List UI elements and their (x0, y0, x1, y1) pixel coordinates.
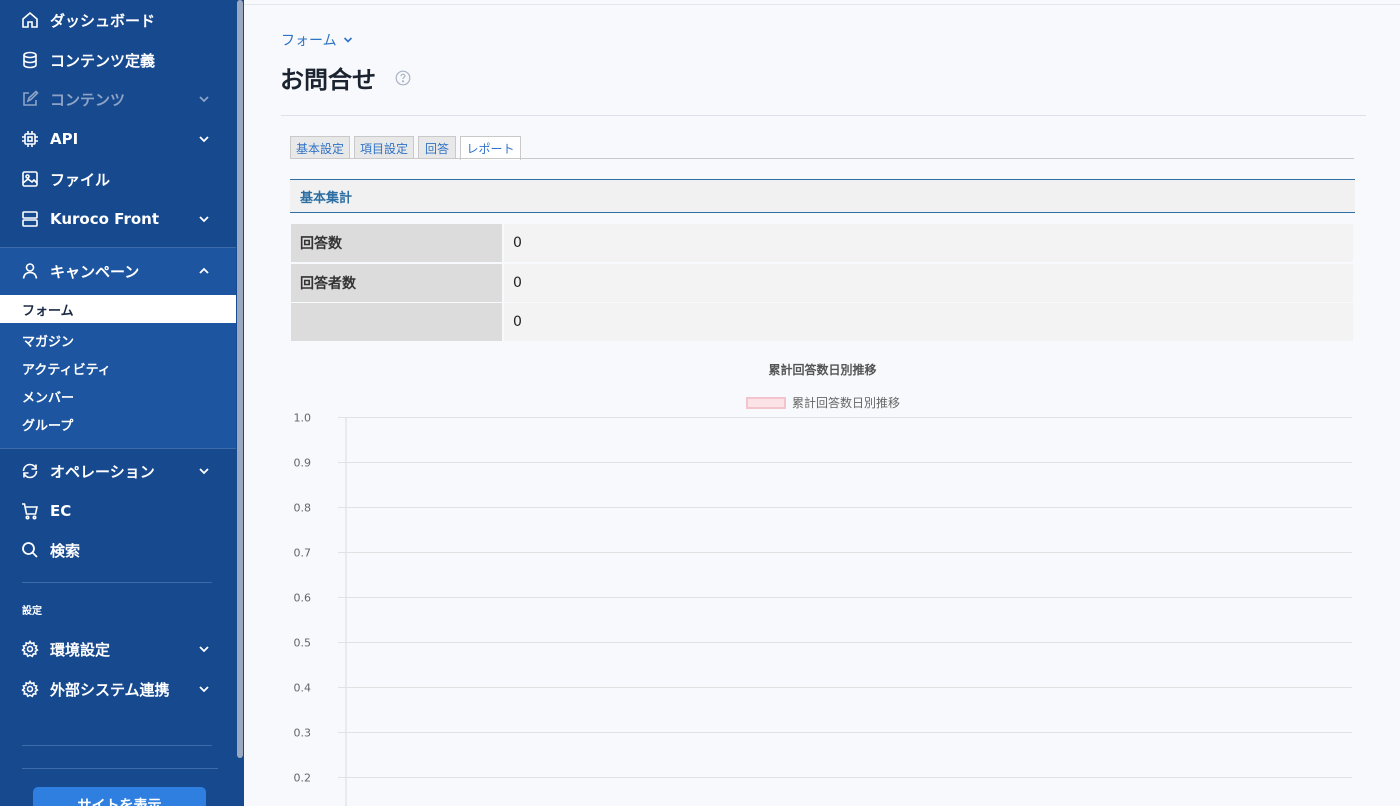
gear-icon (21, 680, 39, 698)
y-tick-label: 0.4 (294, 682, 312, 695)
sidebar-item-label: Kuroco Front (50, 210, 159, 228)
divider (22, 768, 218, 769)
sidebar-item-label: コンテンツ (50, 90, 126, 109)
chevron-down-icon (199, 136, 209, 143)
user-icon (21, 262, 39, 280)
sidebar-item-external-integration[interactable]: 外部システム連携 (0, 669, 236, 709)
sidebar-item-label: 環境設定 (50, 640, 111, 659)
gear-icon (21, 640, 39, 658)
sidebar-item-label: オペレーション (50, 462, 155, 481)
sidebar-sub-member[interactable]: メンバー (0, 382, 236, 410)
settings-heading: 設定 (22, 606, 42, 617)
refresh-icon (21, 462, 39, 480)
database-icon (21, 51, 39, 69)
divider (0, 247, 236, 248)
sidebar-item-label: EC (50, 502, 72, 520)
divider (22, 745, 212, 746)
chart-plot: 1.0 0.9 0.8 0.7 0.6 0.5 0.4 0.3 0.2 (294, 412, 1352, 806)
y-tick-label: 0.5 (294, 637, 312, 650)
main-content: フォーム お問合せ 基本設定 項目設定 回答 レポート 基本集計 回答数 0 回… (244, 0, 1400, 806)
chevron-down-icon (199, 96, 209, 103)
divider (0, 448, 236, 449)
sidebar-item-files[interactable]: ファイル (0, 159, 236, 199)
y-tick-label: 0.3 (294, 727, 312, 740)
sidebar-item-label: API (50, 130, 79, 148)
sidebar-item-label: キャンペーン (50, 262, 140, 281)
sidebar-sub-form[interactable]: フォーム (0, 295, 236, 323)
sidebar-sub-activity[interactable]: アクティビティ (0, 354, 236, 382)
sidebar-sub-magazine[interactable]: マガジン (0, 326, 236, 354)
search-icon (21, 541, 39, 559)
y-tick-label: 0.2 (294, 772, 312, 785)
view-site-button[interactable]: サイトを表示 (33, 787, 206, 806)
sidebar-item-label: ファイル (50, 170, 111, 189)
y-tick-label: 0.7 (294, 547, 312, 560)
chevron-down-icon (199, 468, 209, 475)
scrollbar-thumb[interactable] (237, 0, 243, 758)
sidebar-item-campaign[interactable]: キャンペーン (0, 251, 236, 291)
sidebar: ダッシュボード コンテンツ定義 コンテンツ API ファイル Kuroco Fr… (0, 0, 236, 806)
sidebar-item-label: 検索 (50, 541, 81, 560)
sidebar-item-label: 外部システム連携 (50, 680, 170, 699)
cart-icon (21, 502, 39, 520)
edit-icon (21, 90, 39, 108)
y-tick-label: 1.0 (294, 412, 312, 425)
y-tick-label: 0.8 (294, 502, 312, 515)
chevron-down-icon (199, 646, 209, 653)
server-icon (21, 210, 39, 228)
chevron-down-icon (199, 216, 209, 223)
sidebar-item-dashboard[interactable]: ダッシュボード (0, 0, 236, 40)
chevron-up-icon (199, 267, 209, 274)
sidebar-scrollbar[interactable] (236, 0, 244, 806)
sidebar-item-search[interactable]: 検索 (0, 530, 236, 570)
image-icon (21, 170, 39, 188)
sidebar-item-operation[interactable]: オペレーション (0, 451, 236, 491)
divider (22, 582, 212, 583)
sidebar-item-environment-settings[interactable]: 環境設定 (0, 629, 236, 669)
sidebar-item-kuroco-front[interactable]: Kuroco Front (0, 199, 236, 239)
sidebar-item-label: コンテンツ定義 (50, 51, 156, 70)
sidebar-item-content-definition[interactable]: コンテンツ定義 (0, 40, 236, 80)
sidebar-item-ec[interactable]: EC (0, 491, 236, 531)
y-tick-label: 0.6 (294, 592, 312, 605)
sidebar-sub-group[interactable]: グループ (0, 410, 236, 438)
sidebar-item-contents[interactable]: コンテンツ (0, 79, 236, 119)
chip-icon (21, 130, 39, 148)
sidebar-item-label: ダッシュボード (50, 11, 156, 30)
sidebar-item-api[interactable]: API (0, 119, 236, 159)
home-icon (21, 11, 39, 29)
chevron-down-icon (199, 686, 209, 693)
y-tick-label: 0.9 (294, 457, 312, 470)
